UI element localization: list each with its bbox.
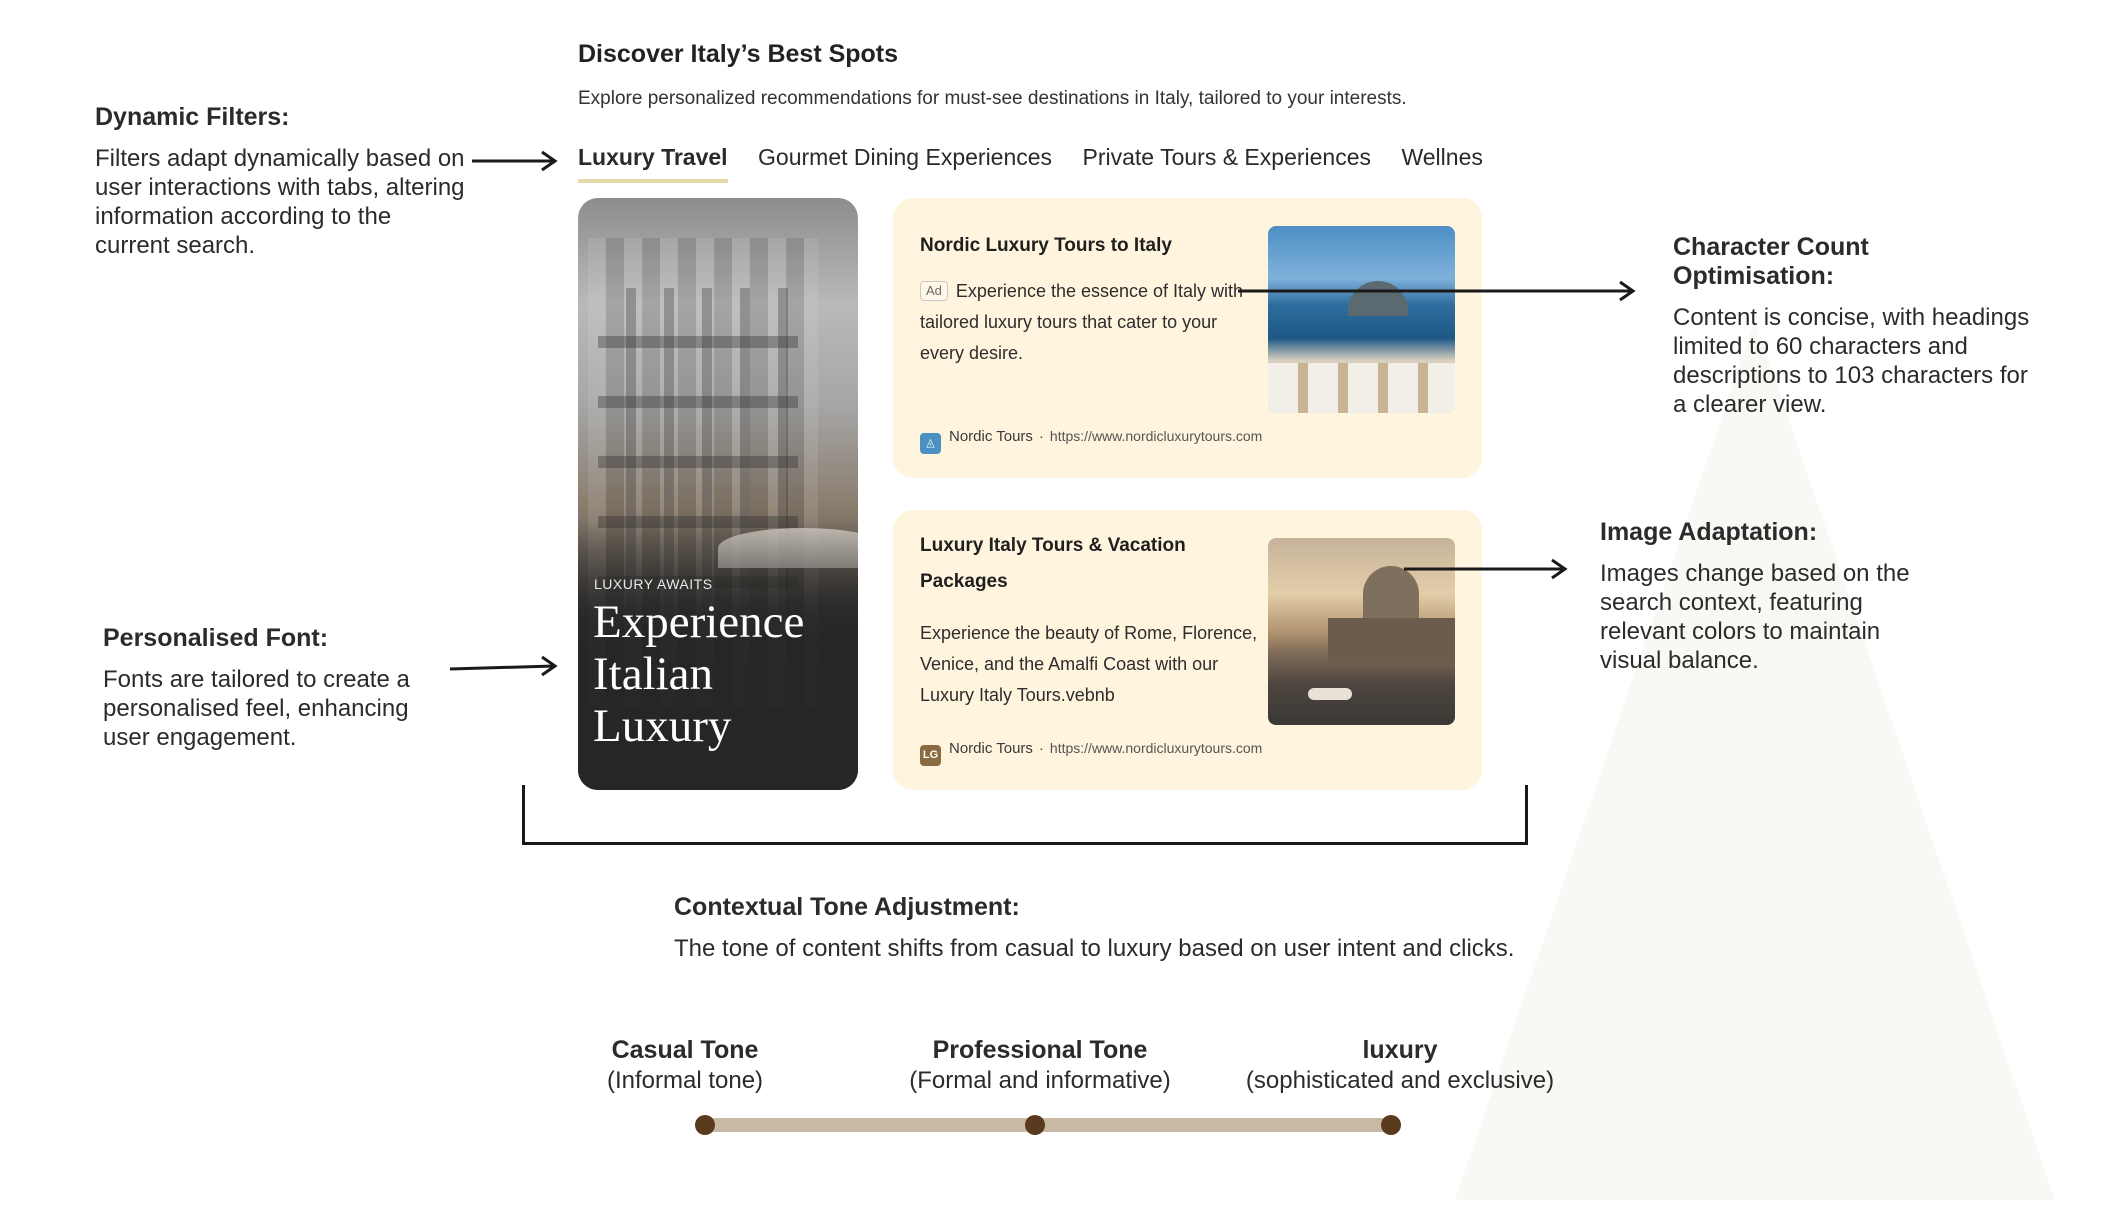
bracket-connector xyxy=(522,785,1528,845)
filter-tabs: Luxury Travel Gourmet Dining Experiences… xyxy=(578,144,1483,184)
card-description: Experience the beauty of Rome, Florence,… xyxy=(920,623,1258,705)
tone-desc: (sophisticated and exclusive) xyxy=(1245,1067,1555,1094)
arrow-right-icon xyxy=(449,656,558,677)
page-title: Discover Italy’s Best Spots xyxy=(578,40,899,68)
result-card[interactable]: Nordic Luxury Tours to Italy Ad Experienc… xyxy=(893,198,1482,478)
tone-name: luxury xyxy=(1362,1036,1438,1064)
thumbnail-building xyxy=(1328,618,1455,663)
tab-luxury-travel[interactable]: Luxury Travel xyxy=(578,144,728,183)
annotation-text: Filters adapt dynamically based on user … xyxy=(95,145,465,259)
annotation-title: Character Count Optimisation: xyxy=(1673,233,1869,290)
card-source[interactable]: LG Nordic Tours · https://www.nordicluxuryt… xyxy=(920,740,1262,766)
result-card[interactable]: Luxury Italy Tours & Vacation Packages E… xyxy=(893,510,1482,790)
hero-eyebrow: LUXURY AWAITS xyxy=(594,576,713,592)
thumbnail-boat xyxy=(1308,688,1352,700)
annotation-text: Images change based on the search contex… xyxy=(1600,560,1910,674)
tone-name: Casual Tone xyxy=(611,1036,759,1064)
source-url[interactable]: https://www.nordicluxurytours.com xyxy=(1050,428,1262,444)
tone-stop-casual[interactable] xyxy=(695,1115,715,1135)
annotation-personalised-font: Personalised Font: Fonts are tailored to… xyxy=(103,624,443,752)
thumbnail-table xyxy=(1268,363,1455,413)
compass-logo-icon: ◬ xyxy=(920,433,941,454)
hero-card[interactable]: LUXURY AWAITS Experience Italian Luxury xyxy=(578,198,858,790)
card-title[interactable]: Luxury Italy Tours & Vacation Packages xyxy=(920,528,1250,600)
annotation-text: The tone of content shifts from casual t… xyxy=(674,935,1515,962)
annotation-text: Fonts are tailored to create a personali… xyxy=(103,666,410,751)
tone-label-casual: Casual Tone (Informal tone) xyxy=(560,1036,810,1095)
tone-desc: (Informal tone) xyxy=(606,1067,764,1094)
arrow-right-icon xyxy=(1238,280,1636,302)
tone-label-professional: Professional Tone (Formal and informativ… xyxy=(880,1036,1200,1095)
source-url[interactable]: https://www.nordicluxurytours.com xyxy=(1050,740,1262,756)
page-subtitle: Explore personalized recommendations for… xyxy=(578,88,1407,109)
tone-name: Professional Tone xyxy=(932,1036,1148,1064)
source-name: Nordic Tours xyxy=(949,740,1033,757)
tone-label-luxury: luxury (sophisticated and exclusive) xyxy=(1230,1036,1570,1095)
lg-logo-icon: LG xyxy=(920,745,941,766)
tone-stop-luxury[interactable] xyxy=(1381,1115,1401,1135)
card-thumbnail-coastal-yacht xyxy=(1268,226,1455,413)
arrow-right-icon xyxy=(1404,558,1568,580)
tone-stop-professional[interactable] xyxy=(1025,1115,1045,1135)
ad-badge: Ad xyxy=(920,281,948,301)
annotation-title: Dynamic Filters: xyxy=(95,103,290,131)
hero-title: Experience Italian Luxury xyxy=(593,596,805,752)
separator-dot: · xyxy=(1038,428,1044,445)
annotation-contextual-tone: Contextual Tone Adjustment: The tone of … xyxy=(674,893,1674,963)
tab-wellness[interactable]: Wellness F xyxy=(1401,144,1483,179)
source-name: Nordic Tours xyxy=(949,428,1033,445)
card-source[interactable]: ◬ Nordic Tours · https://www.nordicluxuryto… xyxy=(920,428,1262,454)
separator-dot: · xyxy=(1038,740,1044,757)
card-description: Ad Experience the essence of Italy with t… xyxy=(920,276,1260,369)
arrow-right-icon xyxy=(472,150,558,172)
tab-private-tours[interactable]: Private Tours & Experiences xyxy=(1083,144,1372,179)
annotation-title: Image Adaptation: xyxy=(1600,518,1818,546)
tab-gourmet-dining[interactable]: Gourmet Dining Experiences xyxy=(758,144,1052,179)
annotation-title: Contextual Tone Adjustment: xyxy=(674,893,1020,921)
annotation-dynamic-filters: Dynamic Filters: Filters adapt dynamical… xyxy=(95,103,465,260)
tone-desc: (Formal and informative) xyxy=(909,1067,1171,1094)
card-description-text: Experience the essence of Italy with tai… xyxy=(920,281,1244,363)
card-title[interactable]: Nordic Luxury Tours to Italy xyxy=(920,228,1250,264)
tone-slider-track[interactable] xyxy=(707,1118,1392,1132)
annotation-image-adaptation: Image Adaptation: Images change based on… xyxy=(1600,518,1930,675)
annotation-text: Content is concise, with headings limite… xyxy=(1673,304,2030,418)
annotation-title: Personalised Font: xyxy=(103,624,329,652)
annotation-character-count: Character Count Optimisation: Content is… xyxy=(1673,233,2033,419)
